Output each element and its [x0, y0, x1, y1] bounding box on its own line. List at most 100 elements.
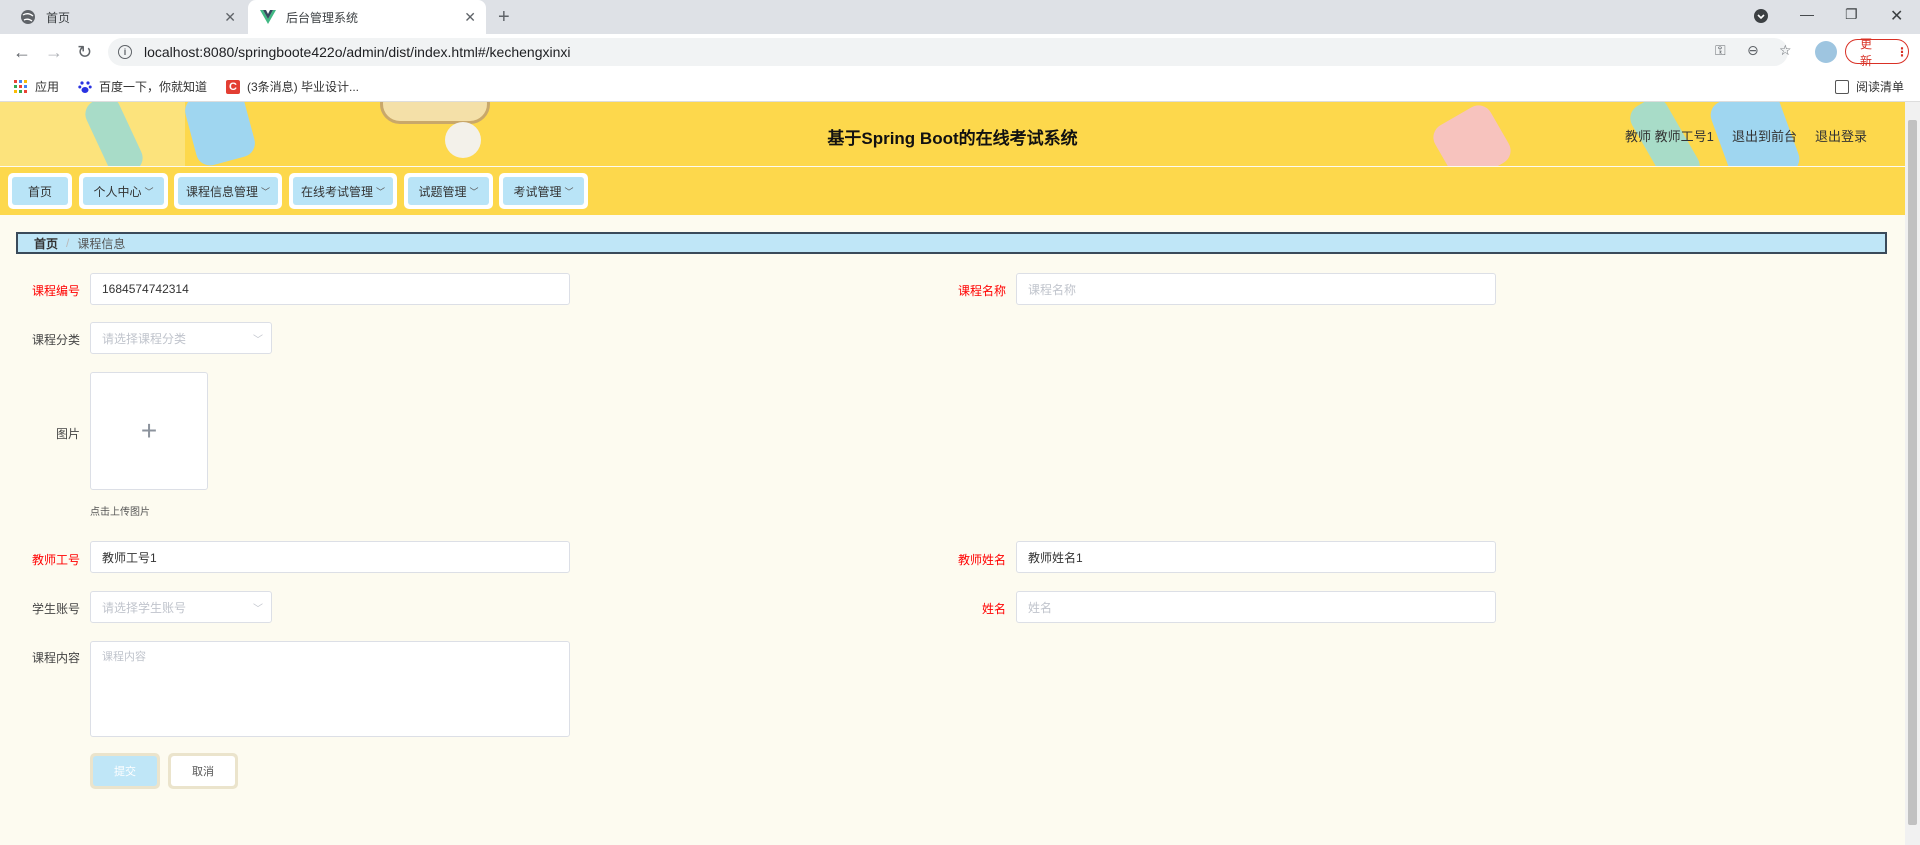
course-name-placeholder: 课程名称	[1028, 282, 1077, 297]
cancel-label: 取消	[192, 766, 214, 778]
menu-item-home[interactable]: 首页	[8, 173, 72, 209]
breadcrumb-separator: /	[66, 236, 70, 250]
image-label: 图片	[55, 427, 80, 441]
update-label: 更新	[1860, 36, 1873, 68]
course-name-label: 课程名称	[957, 284, 1006, 298]
page-scrollbar[interactable]	[1905, 102, 1920, 845]
reading-list-label: 阅读清单	[1856, 80, 1905, 94]
reload-icon[interactable]: ↻	[77, 42, 92, 63]
reading-list[interactable]: 阅读清单	[1835, 78, 1904, 95]
star-icon[interactable]: ☆	[1779, 42, 1792, 59]
app-title: 基于Spring Boot的在线考试系统	[827, 129, 1078, 148]
scrollbar-thumb[interactable]	[1908, 120, 1917, 825]
menu-item-exam-mgmt[interactable]: 考试管理 ﹀	[499, 173, 588, 209]
back-arrow-icon[interactable]: ←	[13, 42, 31, 63]
course-no-label: 课程编号	[31, 284, 80, 298]
header-decoration	[380, 102, 490, 124]
minimize-icon[interactable]: —	[1800, 6, 1814, 22]
bookmark-label: 应用	[35, 80, 60, 94]
close-icon[interactable]: ✕	[224, 9, 236, 26]
menu-item-course-info[interactable]: 课程信息管理 ﹀	[174, 173, 282, 209]
globe-icon	[20, 9, 36, 25]
menu-item-label: 考试管理	[513, 184, 562, 199]
vue-logo-icon	[260, 9, 276, 25]
tab-search-icon[interactable]	[1753, 8, 1769, 27]
course-category-label: 课程分类	[31, 333, 80, 347]
chevron-down-icon: ﹀	[376, 186, 386, 197]
teacher-name-value: 教师姓名1	[1028, 550, 1083, 565]
close-icon[interactable]: ✕	[464, 9, 476, 26]
forward-arrow-icon[interactable]: →	[45, 42, 63, 63]
menu-item-question-mgmt[interactable]: 试题管理 ﹀	[404, 173, 493, 209]
browser-tab-home[interactable]: 首页 ✕	[8, 0, 246, 34]
menu-item-online-exam[interactable]: 在线考试管理 ﹀	[289, 173, 397, 209]
teacher-no-label: 教师工号	[31, 553, 80, 567]
image-upload-button[interactable]: +	[90, 372, 208, 490]
update-button[interactable]: 更新 ⋮	[1845, 37, 1909, 68]
browser-tab-admin[interactable]: 后台管理系统 ✕	[248, 0, 486, 34]
course-content-textarea[interactable]: 课程内容	[90, 641, 570, 737]
bookmark-label: (3条消息) 毕业设计...	[247, 80, 360, 94]
course-name-field[interactable]: 课程名称	[1016, 273, 1496, 305]
bookmark-apps[interactable]: 应用	[14, 78, 59, 95]
address-bar: ← → ↻ i localhost:8080/springboote422o/a…	[0, 34, 1920, 70]
menu-item-label: 首页	[27, 184, 52, 199]
cancel-button[interactable]: 取消	[168, 753, 238, 789]
plus-icon: +	[140, 415, 158, 446]
baidu-paw-icon	[78, 80, 92, 94]
menu-item-personal-center[interactable]: 个人中心 ﹀	[79, 173, 168, 209]
submit-label: 提交	[114, 766, 136, 778]
student-account-label: 学生账号	[31, 602, 80, 616]
student-account-select[interactable]: 请选择学生账号 ﹀	[90, 591, 272, 623]
teacher-no-value: 教师工号1	[102, 550, 157, 565]
zoom-icon[interactable]: ⊖	[1747, 42, 1759, 59]
reading-list-icon	[1835, 79, 1849, 94]
chevron-down-icon: ﹀	[253, 335, 263, 346]
chevron-down-icon: ﹀	[564, 186, 574, 197]
student-account-placeholder: 请选择学生账号	[102, 600, 187, 615]
avatar[interactable]	[1815, 41, 1837, 63]
upload-hint: 点击上传图片	[90, 507, 150, 518]
key-icon[interactable]: ⚿	[1715, 42, 1726, 59]
menu-item-label: 个人中心	[93, 184, 142, 199]
tab-label: 首页	[46, 10, 71, 25]
chevron-down-icon: ﹀	[261, 186, 271, 197]
browser-tab-bar: 首页 ✕ 后台管理系统 ✕ + — ❐ ✕	[0, 0, 1920, 34]
bookmark-csdn[interactable]: C (3条消息) 毕业设计...	[226, 78, 359, 95]
csdn-icon: C	[226, 79, 240, 94]
exit-to-front-link[interactable]: 退出到前台	[1732, 126, 1797, 145]
bookmark-baidu[interactable]: 百度一下，你就知道	[78, 78, 207, 95]
course-content-label: 课程内容	[31, 651, 80, 665]
breadcrumb-current: 课程信息	[77, 236, 126, 251]
apps-grid-icon	[14, 79, 28, 94]
submit-button[interactable]: 提交	[90, 753, 160, 789]
chevron-down-icon: ﹀	[144, 186, 154, 197]
teacher-no-field[interactable]: 教师工号1	[90, 541, 570, 573]
info-icon[interactable]: i	[118, 45, 132, 59]
current-user: 教师 教师工号1	[1625, 129, 1714, 144]
bookmarks-bar: 应用 百度一下，你就知道 C (3条消息) 毕业设计... 阅读清单	[0, 70, 1920, 102]
main-menu: 首页 个人中心 ﹀ 课程信息管理 ﹀ 在线考试管理 ﹀ 试题管理 ﹀ 考试管理 ﹀	[0, 167, 1905, 215]
restore-icon[interactable]: ❐	[1845, 6, 1858, 23]
course-no-field[interactable]: 1684574742314	[90, 273, 570, 305]
chevron-down-icon: ﹀	[253, 604, 263, 615]
course-category-select[interactable]: 请选择课程分类 ﹀	[90, 322, 272, 354]
new-tab-icon[interactable]: +	[498, 6, 510, 29]
more-vert-icon: ⋮	[1896, 44, 1908, 59]
breadcrumb: 首页 / 课程信息	[16, 232, 1887, 254]
logout-link[interactable]: 退出登录	[1815, 126, 1867, 145]
breadcrumb-home[interactable]: 首页	[34, 235, 58, 252]
name-placeholder: 姓名	[1028, 600, 1053, 615]
menu-item-label: 课程信息管理	[185, 184, 258, 199]
bookmark-label: 百度一下，你就知道	[99, 80, 208, 94]
url-text: localhost:8080/springboote422o/admin/dis…	[144, 44, 571, 60]
name-label: 姓名	[981, 602, 1006, 616]
url-field[interactable]: i localhost:8080/springboote422o/admin/d…	[108, 38, 1788, 66]
course-category-placeholder: 请选择课程分类	[102, 331, 187, 346]
name-field[interactable]: 姓名	[1016, 591, 1496, 623]
close-window-icon[interactable]: ✕	[1890, 6, 1903, 26]
menu-item-label: 试题管理	[418, 184, 467, 199]
app-header: 基于Spring Boot的在线考试系统 教师 教师工号1 退出到前台 退出登录	[0, 102, 1905, 166]
course-no-value: 1684574742314	[102, 282, 189, 296]
teacher-name-field[interactable]: 教师姓名1	[1016, 541, 1496, 573]
